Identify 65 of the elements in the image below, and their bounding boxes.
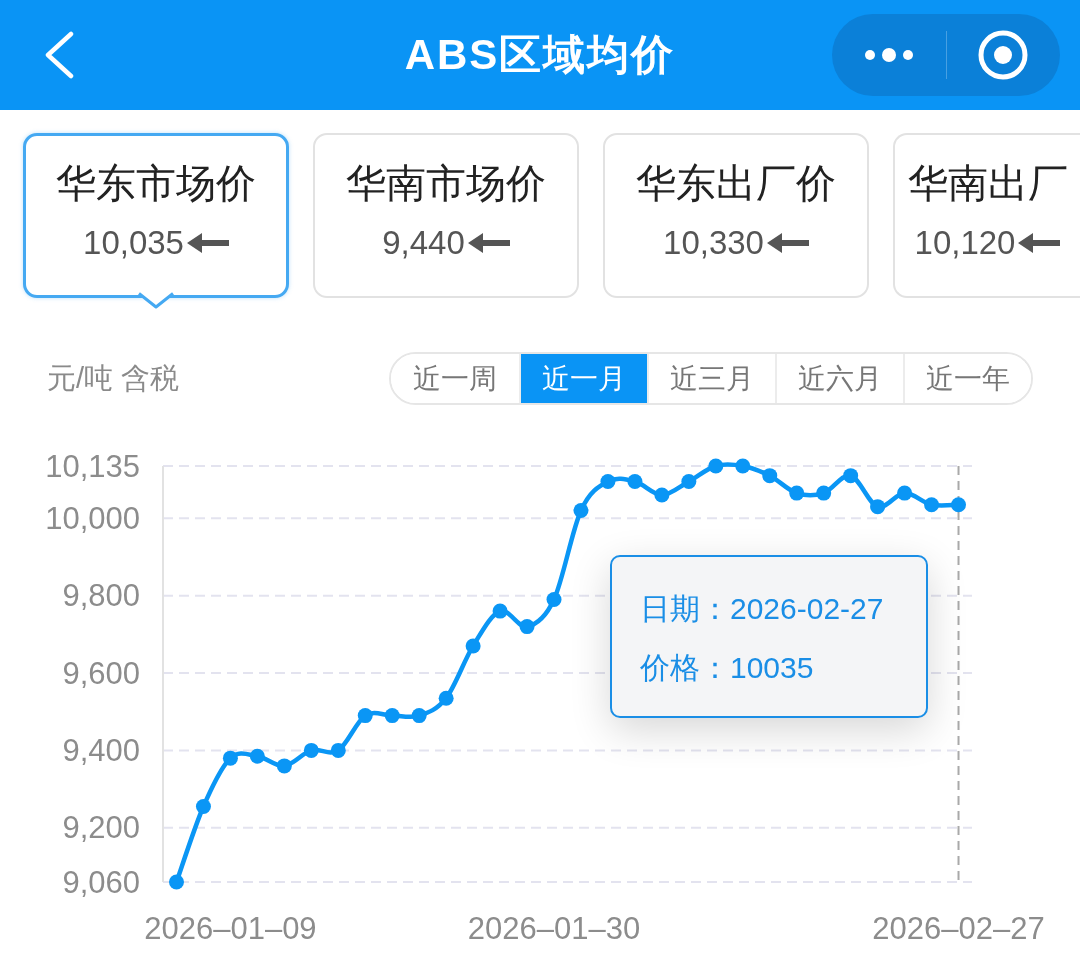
data-point [357,708,373,724]
data-point [573,503,589,518]
left-arrow-icon [186,232,229,254]
back-icon[interactable] [44,31,74,79]
left-arrow-icon [1018,232,1061,254]
data-point [681,474,697,489]
left-arrow-icon [467,232,510,254]
range-tab[interactable]: 近一月 [519,354,647,403]
data-point [870,499,886,515]
tooltip-text: 日期：2026-02-27 [640,591,885,627]
card-pointer-icon [138,292,174,309]
left-arrow-icon [766,232,809,254]
y-axis-label: 10,135 [45,448,140,484]
data-point [546,592,562,607]
circle-dot-icon[interactable] [978,30,1029,80]
data-point [465,638,481,654]
more-icon[interactable] [864,48,913,62]
y-axis-label: 9,600 [62,655,140,691]
data-point [303,742,319,758]
data-point [276,758,292,774]
price-card[interactable]: 华南出厂 10,120 [893,133,1080,298]
data-point [384,708,400,724]
data-point [897,485,913,501]
range-tab[interactable]: 近一年 [903,354,1031,403]
tooltip-text: 价格：10035 [640,650,815,686]
data-point [762,468,778,484]
data-point [222,750,238,766]
y-axis-label: 9,060 [62,864,140,900]
data-point [330,742,346,758]
price-card[interactable]: 华南市场价 9,440 [313,133,579,298]
data-point [519,619,535,635]
card-title: 华南市场价 [346,160,546,207]
data-point [654,487,670,503]
data-point [924,497,940,513]
data-point [438,690,454,706]
data-point [789,485,805,501]
card-value: 10,035 [83,223,184,263]
data-point [951,497,966,513]
y-axis-label: 9,800 [62,578,140,614]
data-point [600,474,616,489]
page-title: ABS区域均价 [404,30,676,80]
card-title: 华东出厂价 [636,160,836,207]
data-point [816,485,832,501]
data-point [169,874,184,890]
data-point [843,468,859,484]
x-axis-label: 2026–01–09 [144,910,317,946]
data-point [627,474,643,489]
card-value: 10,120 [914,223,1016,263]
card-title: 华南出厂 [907,160,1068,207]
x-axis-label: 2026–01–30 [467,910,641,946]
y-axis-label: 9,200 [62,810,140,846]
data-point [249,748,265,764]
data-point [735,458,751,474]
y-axis-label: 10,000 [45,500,140,536]
card-value: 10,330 [663,223,764,263]
card-value: 9,440 [382,223,465,263]
x-axis-label: 2026–02–27 [872,910,1045,946]
card-title: 华东市场价 [56,160,256,207]
data-point [195,799,211,815]
data-point [708,458,724,474]
y-axis-label: 9,400 [62,732,140,768]
price-card[interactable]: 华东出厂价 10,330 [603,133,869,298]
unit-label: 元/吨 含税 [47,360,180,396]
data-point [411,708,427,724]
data-point [492,603,508,619]
